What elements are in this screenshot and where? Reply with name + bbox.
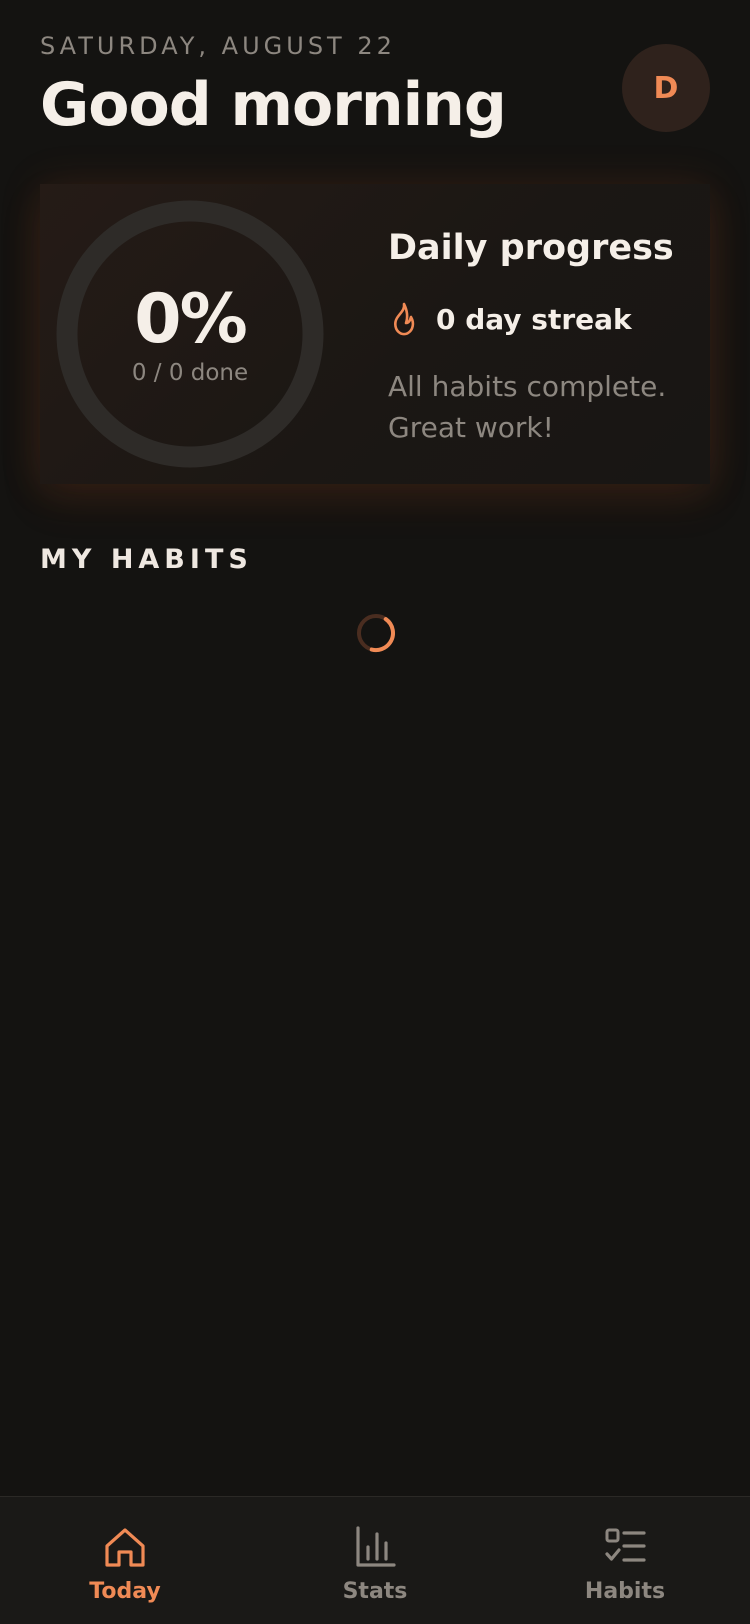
flame-icon <box>394 302 415 336</box>
avatar[interactable]: D <box>622 44 710 132</box>
progress-ring: 0% 0 / 0 done <box>56 200 324 468</box>
habits-section-title: MY HABITS <box>40 544 253 575</box>
streak-row: 0 day streak <box>388 302 632 336</box>
greeting-title: Good morning <box>40 70 507 140</box>
nav-item-today[interactable]: Today <box>0 1497 250 1624</box>
nav-label-today: Today <box>89 1579 161 1604</box>
bar-chart-icon <box>356 1526 396 1567</box>
date-label: SATURDAY, AUGUST 22 <box>40 32 396 60</box>
spinner-icon <box>357 614 395 653</box>
streak-text: 0 day streak <box>436 302 632 336</box>
progress-done-count: 0 / 0 done <box>131 360 249 386</box>
app-screen: SATURDAY, AUGUST 22 Good morning D 0% 0 … <box>0 0 750 1624</box>
home-icon <box>105 1528 145 1567</box>
nav-label-stats: Stats <box>342 1579 408 1604</box>
card-title: Daily progress <box>388 228 674 268</box>
progress-percent: 0% <box>134 280 247 359</box>
nav-label-habits: Habits <box>584 1579 666 1604</box>
checklist-icon <box>605 1528 646 1562</box>
nav-item-stats[interactable]: Stats <box>250 1497 500 1624</box>
nav-item-habits[interactable]: Habits <box>500 1497 750 1624</box>
completion-message: All habits complete. Great work! <box>388 370 667 444</box>
daily-progress-card: 0% 0 / 0 done Daily progress 0 day strea… <box>40 184 710 484</box>
bottom-nav: Today Stats Habits <box>0 1496 750 1624</box>
